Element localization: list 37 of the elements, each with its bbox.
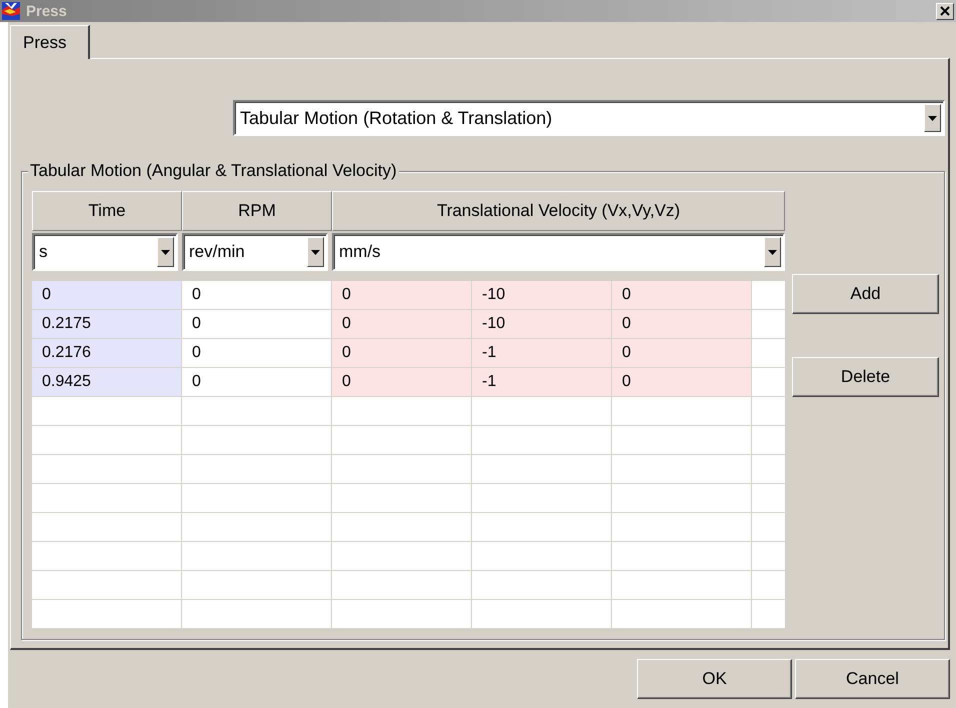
- table-cell: -10: [472, 310, 612, 339]
- cancel-button[interactable]: Cancel: [795, 659, 950, 699]
- app-icon: [2, 2, 20, 20]
- table-cell: 0: [332, 281, 472, 310]
- table-cell: 0: [612, 281, 752, 310]
- window-title: Press: [26, 2, 68, 20]
- table-cell: -10: [472, 281, 612, 310]
- column-group-header: Translational Velocity (Vx,Vy,Vz): [332, 191, 785, 231]
- close-icon: [940, 6, 950, 16]
- table-cell: 0.2175: [32, 310, 182, 339]
- motion-type-dropdown[interactable]: Tabular Motion (Rotation & Translation): [233, 100, 945, 136]
- table-cell: 0: [612, 368, 752, 397]
- caret-icon: [161, 250, 170, 254]
- table-cell: 0.2176: [32, 339, 182, 368]
- table-cell: -1: [472, 339, 612, 368]
- table-cell: 0.9425: [32, 368, 182, 397]
- caret-icon: [768, 250, 777, 254]
- group-title: Tabular Motion (Angular & Translational Velocity): [28, 161, 399, 181]
- delete-button[interactable]: Delete: [792, 357, 939, 397]
- column-header: Time: [32, 191, 182, 231]
- table-cell: 0: [32, 281, 182, 310]
- table-cell: 0: [332, 310, 472, 339]
- add-button[interactable]: Add: [792, 274, 939, 314]
- unit-dropdown[interactable]: s: [32, 233, 178, 271]
- table-cell: 0: [332, 339, 472, 368]
- unit-dropdown[interactable]: mm/s: [332, 233, 785, 271]
- caret-icon: [311, 250, 320, 254]
- caret-icon: [928, 116, 937, 120]
- table-cell: 0: [332, 368, 472, 397]
- close-button[interactable]: [936, 2, 954, 20]
- table-cell: 0: [612, 310, 752, 339]
- table-cell: -1: [472, 368, 612, 397]
- table-cell: 0: [612, 339, 752, 368]
- ok-button[interactable]: OK: [637, 659, 792, 699]
- tab[interactable]: Press: [10, 25, 90, 59]
- unit-dropdown[interactable]: rev/min: [182, 233, 328, 271]
- column-header: RPM: [182, 191, 332, 231]
